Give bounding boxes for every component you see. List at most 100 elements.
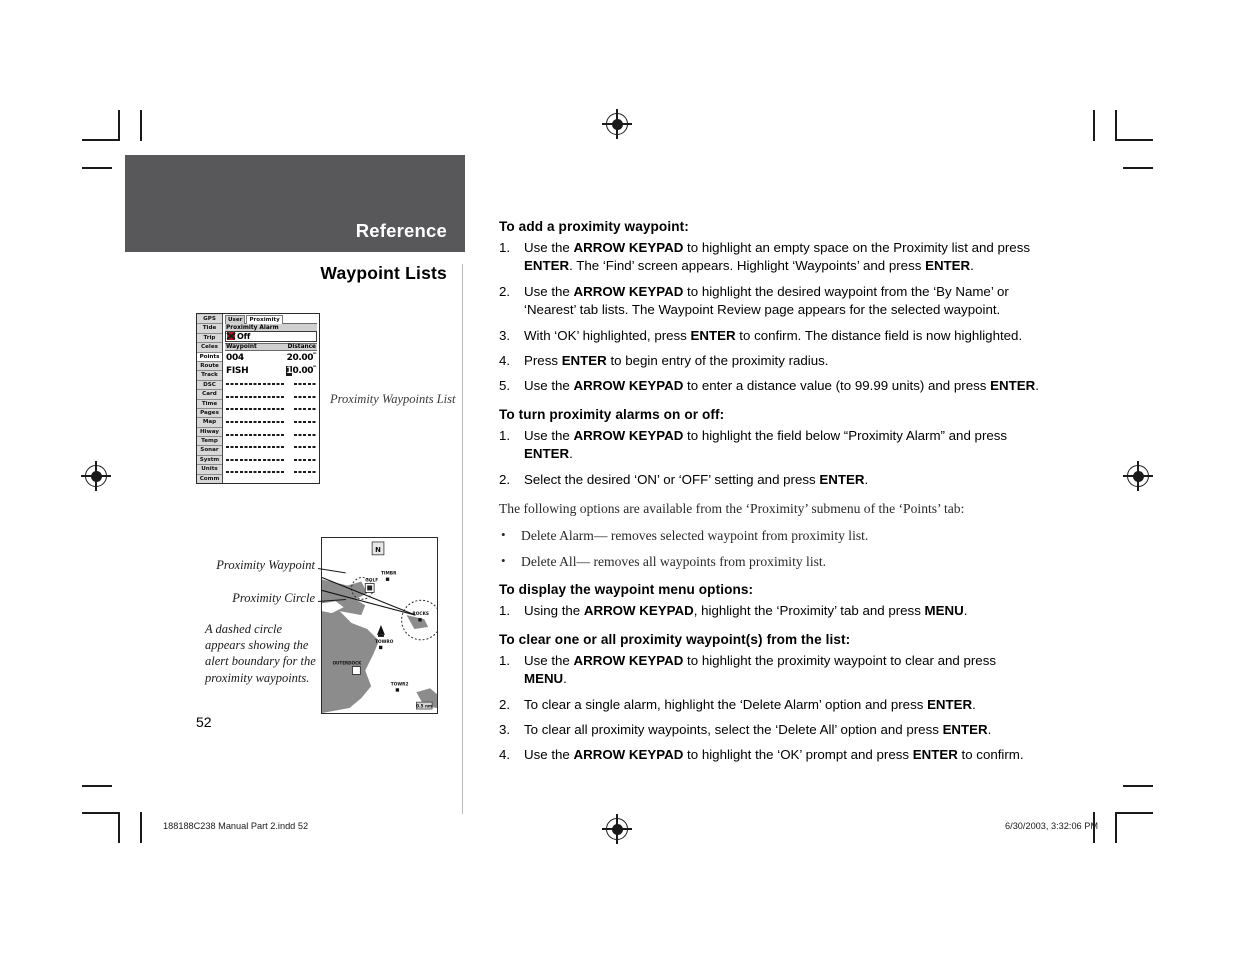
gps-subtab-proximity[interactable]: Proximity bbox=[246, 315, 283, 324]
section-heading: To add a proximity waypoint: bbox=[499, 219, 689, 234]
gps-waypoint-row-empty[interactable] bbox=[225, 451, 317, 464]
crop-mark-top-right-bleed bbox=[1093, 110, 1095, 141]
step-number: 4. bbox=[499, 747, 511, 763]
gps-row-waypoint: FISH bbox=[226, 365, 249, 376]
gps-waypoint-row-empty[interactable] bbox=[225, 376, 317, 389]
gps-waypoint-row-empty[interactable] bbox=[225, 476, 317, 483]
gps-waypoint-row-empty[interactable] bbox=[225, 401, 317, 414]
gps-tab-route[interactable]: Route bbox=[197, 361, 222, 372]
gps-tab-pages[interactable]: Pages bbox=[197, 408, 222, 419]
gps-row-distance-placeholder bbox=[294, 408, 316, 411]
gps-distance-unit: ᵐ bbox=[313, 352, 316, 359]
column-divider bbox=[462, 264, 463, 814]
gps-tab-units[interactable]: Units bbox=[197, 465, 222, 475]
key-name: ENTER bbox=[912, 747, 958, 763]
gps-tab-gps[interactable]: GPS bbox=[197, 315, 222, 325]
gps-alarm-value-field[interactable]: Off bbox=[225, 330, 317, 342]
key-name: ENTER bbox=[925, 258, 971, 274]
crop-mark-bottom-right-corner bbox=[1115, 812, 1153, 814]
step-number: 3. bbox=[499, 721, 511, 737]
key-name: ENTER bbox=[819, 471, 865, 487]
gps-row-waypoint-placeholder bbox=[226, 408, 284, 411]
map-graphic: N GOLF TIMBR ROCKS TOWRO OUTERDOCK TOWR2… bbox=[322, 538, 437, 713]
step-item: 3. With ‘OK’ highlighted, press ENTER to … bbox=[499, 327, 1039, 345]
gps-tab-card[interactable]: Card bbox=[197, 390, 222, 400]
key-name: ENTER bbox=[942, 721, 988, 737]
figure-note-dashed-circle: A dashed circle appears showing the aler… bbox=[205, 622, 316, 685]
crop-mark-left-upper bbox=[82, 167, 112, 169]
gps-tab-dsc[interactable]: DSC bbox=[197, 380, 222, 391]
gps-column-header: Waypoint Distance bbox=[225, 342, 317, 351]
gps-row-distance: 10.00ᵐ bbox=[285, 364, 316, 376]
gps-subtab-user[interactable]: User bbox=[225, 315, 246, 324]
gps-row-distance-placeholder bbox=[294, 458, 316, 461]
gps-tab-track[interactable]: Track bbox=[197, 371, 222, 381]
gps-tab-points[interactable]: Points bbox=[197, 352, 222, 362]
gps-row-distance: 20.00ᵐ bbox=[286, 352, 317, 364]
gps-distance-unit: ᵐ bbox=[313, 364, 316, 371]
crop-mark-top-right-v bbox=[1115, 110, 1117, 141]
gps-tab-hiway[interactable]: Hiway bbox=[197, 427, 222, 438]
step-item: 5. Use the ARROW KEYPAD to enter a distan… bbox=[499, 377, 1039, 395]
step-item: 1. Use the ARROW KEYPAD to highlight an e… bbox=[499, 240, 1030, 274]
section-heading: To turn proximity alarms on or off: bbox=[499, 406, 725, 422]
step-item: 3. To clear all proximity waypoints, sele… bbox=[499, 721, 1039, 739]
gps-waypoint-row[interactable]: 004 20.00ᵐ bbox=[225, 351, 317, 364]
gps-row-waypoint-placeholder bbox=[226, 458, 284, 461]
bullet-icon: • bbox=[501, 552, 506, 568]
crop-mark-top-right-h bbox=[1115, 139, 1153, 141]
svg-text:OUTERDOCK: OUTERDOCK bbox=[333, 661, 363, 666]
gps-waypoint-row-empty[interactable] bbox=[225, 439, 317, 452]
svg-text:TOWRO: TOWRO bbox=[375, 639, 394, 645]
gps-waypoint-row-empty[interactable] bbox=[225, 464, 317, 477]
figure-label-proximity-waypoint: Proximity Waypoint bbox=[216, 558, 315, 572]
gps-tab-sonar[interactable]: Sonar bbox=[197, 446, 222, 456]
step-item: 4. Use the ARROW KEYPAD to highlight the … bbox=[499, 746, 1039, 764]
key-name: ARROW KEYPAD bbox=[573, 427, 684, 443]
step-number: 1. bbox=[499, 427, 511, 443]
alarm-disabled-icon bbox=[227, 332, 235, 340]
gps-waypoint-row-empty[interactable] bbox=[225, 388, 317, 401]
step-item: 1. Use the ARROW KEYPAD to highlight the … bbox=[499, 652, 996, 687]
step-item: 2. Use the ARROW KEYPAD to highlight the … bbox=[499, 283, 1009, 318]
crop-mark-bottom-left-bleed bbox=[140, 812, 142, 843]
bullet-icon: • bbox=[501, 527, 506, 543]
option-item: • Delete Alarm— removes selected waypoint… bbox=[501, 527, 869, 544]
key-name: ARROW KEYPAD bbox=[573, 240, 684, 255]
option-list: • Delete Alarm— removes selected waypoint… bbox=[499, 527, 1039, 571]
page-title: Waypoint Lists bbox=[320, 263, 447, 283]
step-number: 4. bbox=[499, 353, 511, 369]
step-list: 1. Use the ARROW KEYPAD to highlight the … bbox=[499, 652, 1039, 765]
gps-tab-systm[interactable]: Systm bbox=[197, 455, 222, 466]
gps-waypoint-row-empty[interactable] bbox=[225, 426, 317, 439]
svg-text:TOWR2: TOWR2 bbox=[391, 681, 409, 687]
gps-waypoint-row-empty[interactable] bbox=[225, 413, 317, 426]
gps-waypoint-row[interactable]: FISH 10.00ᵐ bbox=[225, 363, 317, 376]
gps-tab-tide[interactable]: Tide bbox=[197, 324, 222, 334]
step-list: 1. Use the ARROW KEYPAD to highlight the … bbox=[499, 427, 1039, 489]
gps-row-waypoint-placeholder bbox=[226, 433, 284, 436]
gps-screen-body: User Proximity Proximity Alarm Off Waypoi… bbox=[223, 314, 319, 483]
gps-tab-trip[interactable]: Trip bbox=[197, 333, 222, 344]
crop-mark-bottom-left-corner bbox=[82, 812, 120, 814]
key-name: ENTER bbox=[990, 378, 1036, 394]
key-name: ARROW KEYPAD bbox=[573, 747, 684, 763]
svg-text:TIMBR: TIMBR bbox=[381, 571, 397, 577]
gps-row-distance-placeholder bbox=[294, 471, 316, 474]
gps-tab-temp[interactable]: Temp bbox=[197, 437, 222, 447]
step-number: 2. bbox=[499, 471, 511, 487]
key-name: MENU bbox=[524, 671, 564, 687]
gps-alarm-value: Off bbox=[237, 331, 251, 341]
key-name: ENTER bbox=[927, 696, 973, 712]
gps-tab-comm[interactable]: Comm bbox=[197, 474, 222, 483]
key-name: ARROW KEYPAD bbox=[573, 283, 684, 299]
gps-row-distance-placeholder bbox=[294, 446, 316, 449]
gps-tab-time[interactable]: Time bbox=[197, 399, 222, 409]
gps-row-waypoint-placeholder bbox=[226, 446, 284, 449]
step-item: 1. Use the ARROW KEYPAD to highlight the … bbox=[499, 427, 1008, 462]
gps-tab-map[interactable]: Map bbox=[197, 418, 222, 428]
crop-mark-top-left-bleed bbox=[140, 110, 142, 141]
crop-mark-bottom-right-v bbox=[1115, 812, 1117, 843]
gps-tab-celes[interactable]: Celes bbox=[197, 343, 222, 353]
gps-row-distance-placeholder bbox=[294, 421, 316, 424]
